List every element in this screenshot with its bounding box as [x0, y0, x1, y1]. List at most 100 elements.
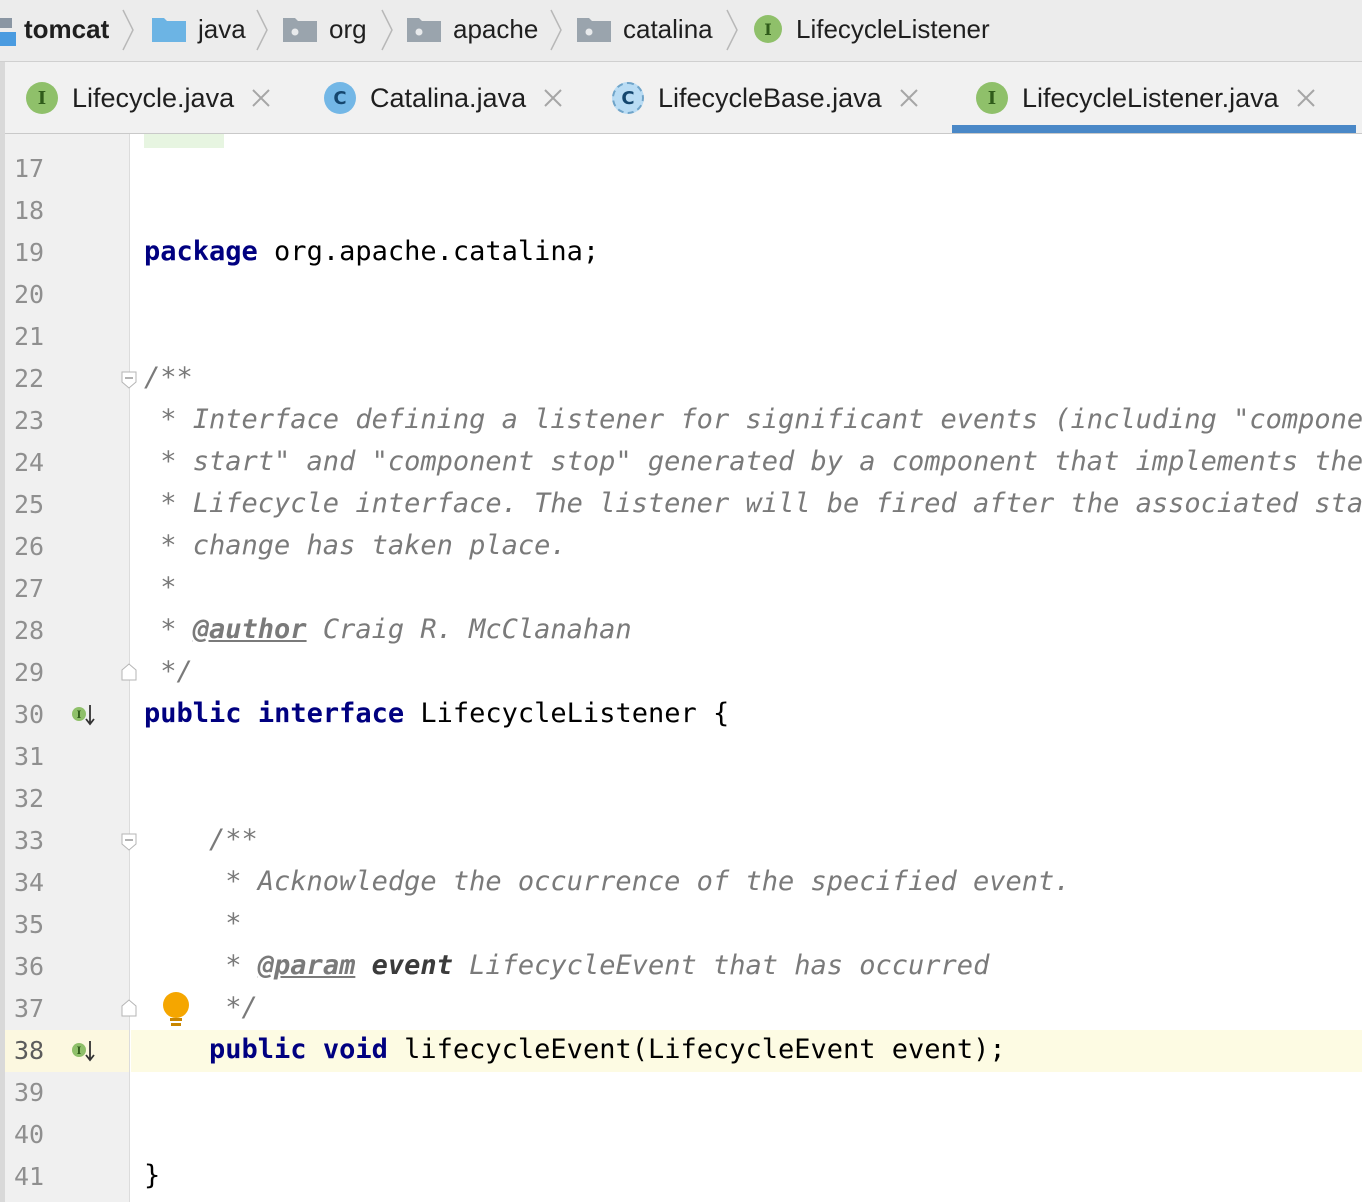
- module-icon: [0, 18, 16, 46]
- line-number: 30: [14, 700, 45, 729]
- tab-catalina-java[interactable]: C Catalina.java: [324, 62, 564, 134]
- line-number: 17: [14, 154, 45, 183]
- code-line-33[interactable]: /**: [144, 824, 258, 855]
- fold-toggle-icon[interactable]: [121, 833, 137, 851]
- code-line-27[interactable]: *: [144, 572, 176, 603]
- source-folder-icon: [152, 18, 186, 42]
- breadcrumb: tomcat java org apache catalina I Lifecy…: [0, 0, 1362, 62]
- code-line-26[interactable]: * change has taken place.: [144, 530, 566, 561]
- code-line-37[interactable]: */: [144, 992, 258, 1023]
- folded-region[interactable]: [144, 134, 224, 148]
- line-number: 34: [14, 868, 45, 897]
- doc-text: *: [144, 950, 258, 981]
- doc-param-name: event: [371, 950, 453, 981]
- line-number: 40: [14, 1120, 45, 1149]
- close-icon[interactable]: [1295, 87, 1317, 109]
- code-line-22[interactable]: /**: [144, 362, 193, 393]
- code-line-41[interactable]: }: [144, 1160, 160, 1191]
- package-folder-icon: [407, 18, 441, 42]
- breadcrumb-label: LifecycleListener: [796, 13, 990, 44]
- chevron-right-icon: [122, 9, 134, 51]
- code-line-38[interactable]: public void lifecycleEvent(LifecycleEven…: [144, 1034, 1006, 1065]
- code-line-36[interactable]: * @param event LifecycleEvent that has o…: [144, 950, 989, 981]
- chevron-right-icon: [726, 9, 738, 51]
- tab-lifecycle-java[interactable]: I Lifecycle.java: [26, 62, 272, 134]
- keyword: interface: [257, 698, 405, 729]
- editor-tab-bar: I Lifecycle.java C Catalina.java C Lifec…: [0, 62, 1362, 134]
- breadcrumb-item-apache[interactable]: apache: [407, 0, 538, 58]
- line-number: 35: [14, 910, 45, 939]
- code-line-25[interactable]: * Lifecycle interface. The listener will…: [144, 488, 1362, 519]
- line-number: 41: [14, 1162, 45, 1191]
- tab-lifecyclelistener-java[interactable]: I LifecycleListener.java: [976, 62, 1317, 134]
- active-tab-indicator: [952, 125, 1356, 133]
- keyword: public: [144, 698, 242, 729]
- fold-end-icon[interactable]: [121, 999, 137, 1017]
- keyword: package: [144, 236, 258, 267]
- code-line-23[interactable]: * Interface defining a listener for sign…: [144, 404, 1362, 435]
- line-number-current: 38: [14, 1036, 45, 1065]
- line-number: 22: [14, 364, 45, 393]
- close-icon[interactable]: [250, 87, 272, 109]
- line-number: 26: [14, 532, 45, 561]
- line-number: 32: [14, 784, 45, 813]
- tab-label: Catalina.java: [370, 82, 527, 113]
- fold-toggle-icon[interactable]: [121, 371, 137, 389]
- doc-tag: @param: [257, 950, 356, 981]
- breadcrumb-item-catalina[interactable]: catalina: [577, 0, 713, 58]
- tab-lifecyclebase-java[interactable]: C LifecycleBase.java: [612, 62, 920, 134]
- line-number: 33: [14, 826, 45, 855]
- code-line-28[interactable]: * @author Craig R. McClanahan: [144, 614, 632, 645]
- line-number: 19: [14, 238, 45, 267]
- interface-icon: I: [976, 82, 1008, 114]
- implemented-marker-icon[interactable]: I: [70, 702, 98, 730]
- line-number: 37: [14, 994, 45, 1023]
- interface-icon: I: [26, 82, 58, 114]
- doc-text: Craig R. McClanahan: [306, 614, 632, 645]
- close-icon[interactable]: [542, 87, 564, 109]
- package-folder-icon: [577, 18, 611, 42]
- line-number: 27: [14, 574, 45, 603]
- implemented-marker-icon[interactable]: I: [70, 1038, 98, 1066]
- code-line-19[interactable]: package org.apache.catalina;: [144, 236, 599, 267]
- fold-end-icon[interactable]: [121, 663, 137, 681]
- chevron-right-icon: [256, 9, 268, 51]
- breadcrumb-label: apache: [453, 13, 539, 44]
- breadcrumb-item-lifecyclelistener[interactable]: I LifecycleListener: [754, 0, 990, 58]
- doc-text: LifecycleEvent that has occurred: [452, 950, 990, 981]
- breadcrumb-item-org[interactable]: org: [283, 0, 367, 58]
- line-number: 36: [14, 952, 45, 981]
- line-number: 23: [14, 406, 45, 435]
- abstract-class-icon: C: [612, 82, 644, 114]
- breadcrumb-label: java: [198, 13, 246, 44]
- svg-text:I: I: [77, 1046, 82, 1057]
- code-line-34[interactable]: * Acknowledge the occurrence of the spec…: [144, 866, 1070, 897]
- code-line-30[interactable]: public interface LifecycleListener {: [144, 698, 729, 729]
- breadcrumb-label: tomcat: [24, 13, 110, 44]
- tab-label: LifecycleBase.java: [658, 82, 882, 113]
- close-icon[interactable]: [898, 87, 920, 109]
- breadcrumb-label: catalina: [623, 13, 713, 44]
- tab-label: LifecycleListener.java: [1022, 82, 1279, 113]
- breadcrumb-item-tomcat[interactable]: tomcat: [24, 0, 109, 58]
- line-number: 24: [14, 448, 45, 477]
- line-number: 18: [14, 196, 45, 225]
- code-text: lifecycleEvent(LifecycleEvent event);: [387, 1034, 1006, 1065]
- code-text: org.apache.catalina;: [257, 236, 600, 267]
- interface-icon: I: [754, 15, 782, 43]
- code-line-24[interactable]: * start" and "component stop" generated …: [144, 446, 1362, 477]
- svg-text:I: I: [77, 710, 82, 721]
- package-folder-icon: [283, 18, 317, 42]
- code-line-29[interactable]: */: [144, 656, 193, 687]
- doc-text: *: [144, 614, 193, 645]
- breadcrumb-item-java[interactable]: java: [152, 0, 246, 58]
- line-number: 31: [14, 742, 45, 771]
- line-number: 39: [14, 1078, 45, 1107]
- code-text: LifecycleListener {: [404, 698, 730, 729]
- chevron-right-icon: [550, 9, 562, 51]
- line-number: 25: [14, 490, 45, 519]
- line-number: 29: [14, 658, 45, 687]
- code-line-35[interactable]: *: [144, 908, 241, 939]
- line-number: 21: [14, 322, 45, 351]
